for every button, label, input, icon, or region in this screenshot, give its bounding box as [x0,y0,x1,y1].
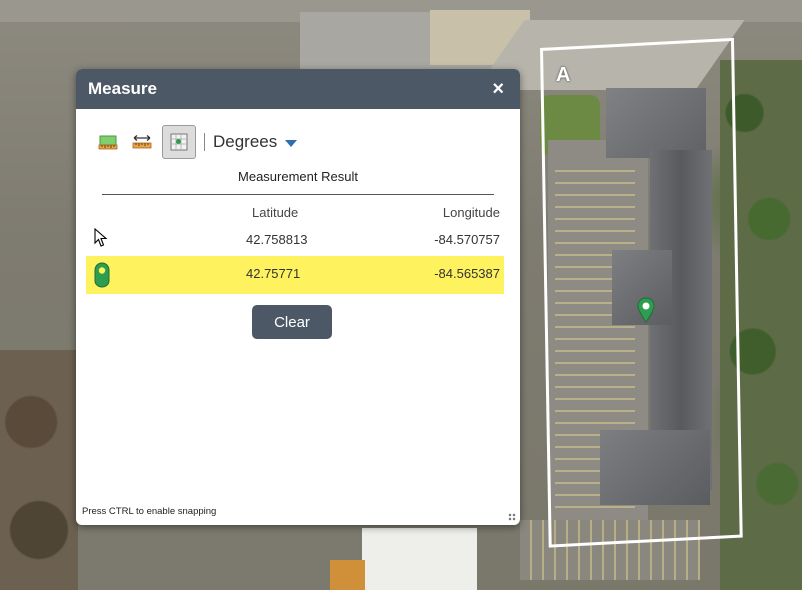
toolbar-divider [204,133,205,151]
latitude-column-header: Latitude [252,205,299,220]
chevron-down-icon [285,139,298,147]
area-tool-button[interactable] [94,128,122,156]
snapping-hint: Press CTRL to enable snapping [82,506,217,517]
map-building-roof [606,88,706,158]
distance-tool-button[interactable] [128,128,156,156]
latitude-value: 42.75771 [246,266,301,281]
map-pin-icon [94,262,110,288]
latitude-value: 42.758813 [246,232,308,247]
map-parking-stripes [520,520,700,580]
unit-dropdown-value: Degrees [213,132,278,151]
close-button[interactable]: × [488,77,508,101]
map-building-roof [600,430,710,505]
clear-button[interactable]: Clear [252,305,332,339]
map-trees [0,350,78,590]
longitude-value: -84.565387 [434,266,500,281]
result-row-pin[interactable]: 42.75771 -84.565387 [86,256,504,294]
result-divider [102,194,494,195]
measure-toolbar: Degrees [94,125,298,159]
distance-tool-icon [132,135,152,149]
map-lot [78,520,368,590]
cursor-icon [94,228,108,247]
location-tool-button[interactable] [162,125,196,159]
measure-panel: Measure × Degrees Measurement Result Lat… [76,69,520,525]
map-building [362,528,477,590]
area-tool-icon [98,135,118,150]
longitude-column-header: Longitude [442,205,500,220]
panel-header[interactable]: Measure × [76,69,520,109]
area-label: A [556,64,571,86]
location-tool-icon [170,133,188,151]
result-row-cursor: 42.758813 -84.570757 [86,222,504,258]
panel-title: Measure [88,79,157,98]
map-trees [720,60,802,590]
map-structure [330,560,365,590]
map-pin-icon[interactable] [637,297,655,323]
resize-handle-icon[interactable] [508,513,516,521]
result-title: Measurement Result [238,169,358,184]
longitude-value: -84.570757 [434,232,500,247]
unit-dropdown[interactable]: Degrees [213,132,298,152]
